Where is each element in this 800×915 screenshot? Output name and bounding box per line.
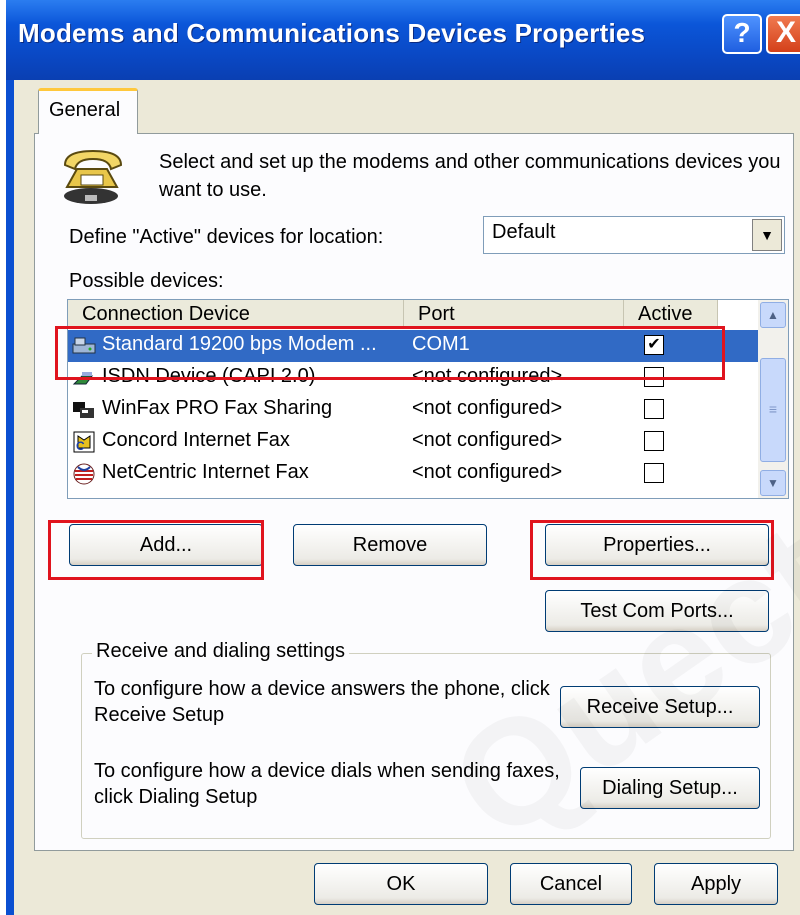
properties-button[interactable]: Properties...	[545, 524, 769, 566]
devices-list[interactable]: Connection Device Port Active Standard 1…	[67, 299, 789, 499]
chevron-down-icon[interactable]: ▼	[752, 219, 782, 251]
modem-icon	[72, 337, 96, 354]
table-row[interactable]: C Concord Internet Fax <not configured>	[68, 426, 758, 458]
device-port: <not configured>	[412, 397, 563, 419]
column-header-active[interactable]: Active	[624, 300, 718, 328]
intro-text: Select and set up the modems and other c…	[159, 151, 781, 201]
device-port: <not configured>	[412, 365, 563, 387]
list-scrollbar[interactable]: ▲ ≡ ▼	[758, 300, 788, 498]
tab-general[interactable]: General	[38, 88, 138, 134]
ok-button[interactable]: OK	[314, 863, 488, 905]
location-value: Default	[492, 221, 556, 243]
column-header-port[interactable]: Port	[404, 300, 624, 328]
group-title: Receive and dialing settings	[92, 640, 350, 663]
dialing-setup-text: To configure how a device dials when sen…	[94, 760, 560, 808]
dialog-client: General Select and set up the modems and…	[14, 80, 800, 915]
device-port: <not configured>	[412, 461, 563, 483]
dialing-setup-button[interactable]: Dialing Setup...	[580, 767, 760, 809]
column-header-device[interactable]: Connection Device	[68, 300, 404, 328]
table-row[interactable]: WinFax PRO Fax Sharing <not configured>	[68, 394, 758, 426]
scroll-down-icon[interactable]: ▼	[760, 470, 786, 496]
svg-text:C: C	[76, 439, 85, 453]
phone-icon	[63, 149, 123, 204]
active-checkbox[interactable]	[644, 463, 664, 483]
device-name: WinFax PRO Fax Sharing	[102, 397, 333, 419]
apply-button[interactable]: Apply	[654, 863, 778, 905]
active-checkbox[interactable]	[644, 367, 664, 387]
table-row[interactable]: ISDN Device (CAPI 2.0) <not configured>	[68, 362, 758, 394]
location-label: Define "Active" devices for location:	[69, 226, 384, 248]
add-button[interactable]: Add...	[69, 524, 263, 566]
winfax-icon	[73, 402, 94, 418]
table-row[interactable]: NetCentric Internet Fax <not configured>	[68, 458, 758, 490]
location-select[interactable]: Default ▼	[483, 216, 785, 254]
active-checkbox[interactable]: ✔	[644, 335, 664, 355]
receive-setup-text: To configure how a device answers the ph…	[94, 678, 550, 726]
device-port: <not configured>	[412, 429, 563, 451]
device-port: COM1	[412, 333, 470, 355]
test-com-ports-button[interactable]: Test Com Ports...	[545, 590, 769, 632]
window-title: Modems and Communications Devices Proper…	[18, 18, 646, 48]
scroll-thumb[interactable]: ≡	[760, 358, 786, 462]
receive-setup-button[interactable]: Receive Setup...	[560, 686, 760, 728]
dialog-window: Modems and Communications Devices Proper…	[6, 0, 800, 915]
general-panel: Select and set up the modems and other c…	[34, 133, 794, 851]
device-name: Standard 19200 bps Modem ...	[102, 333, 377, 355]
close-button[interactable]: X	[766, 14, 800, 54]
cancel-button[interactable]: Cancel	[510, 863, 632, 905]
table-row[interactable]: Standard 19200 bps Modem ... COM1 ✔	[68, 330, 758, 362]
receive-dialing-group: Receive and dialing settings To configur…	[81, 640, 771, 839]
active-checkbox[interactable]	[644, 431, 664, 451]
scroll-up-icon[interactable]: ▲	[760, 302, 786, 328]
device-name: Concord Internet Fax	[102, 429, 290, 451]
device-name: ISDN Device (CAPI 2.0)	[102, 365, 316, 387]
active-checkbox[interactable]	[644, 399, 664, 419]
isdn-icon	[72, 372, 93, 385]
possible-devices-label: Possible devices:	[69, 270, 224, 292]
tab-general-label: General	[49, 99, 121, 121]
help-button[interactable]: ?	[722, 14, 762, 54]
concord-fax-icon: C	[73, 431, 95, 453]
device-name: NetCentric Internet Fax	[102, 461, 309, 483]
title-bar[interactable]: Modems and Communications Devices Proper…	[6, 0, 800, 80]
remove-button[interactable]: Remove	[293, 524, 487, 566]
netcentric-fax-icon	[73, 463, 95, 485]
